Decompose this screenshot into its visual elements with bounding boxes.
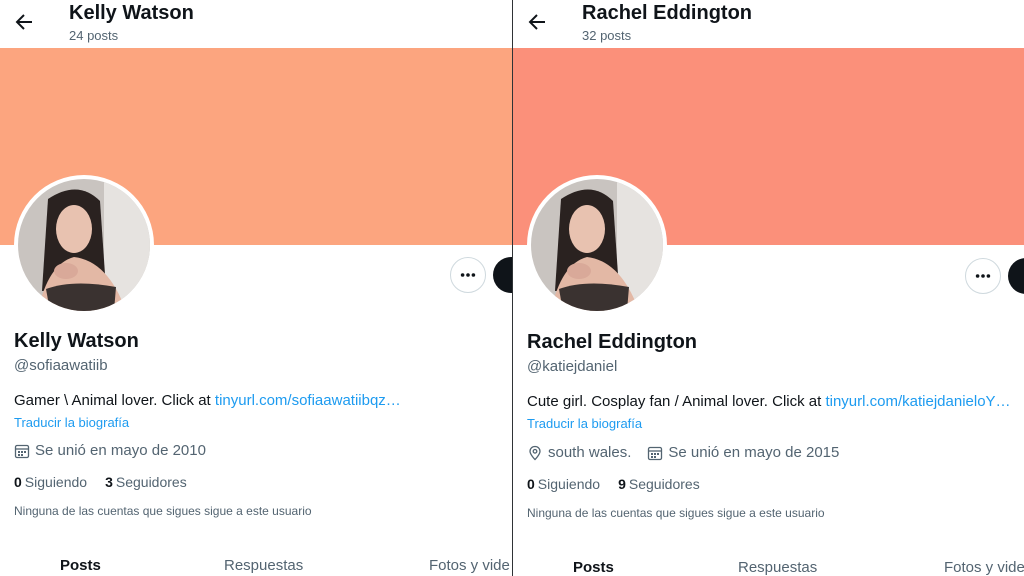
followers-count: 3 — [105, 474, 113, 490]
more-dots-icon — [975, 274, 991, 278]
following-label: Siguiendo — [537, 476, 601, 492]
follow-button[interactable] — [1008, 258, 1024, 294]
tab-posts[interactable]: Posts — [573, 559, 614, 576]
tab-media[interactable]: Fotos y vide — [944, 559, 1024, 576]
joined-text: Se unió en mayo de 2010 — [35, 442, 206, 459]
avatar[interactable] — [527, 175, 667, 315]
avatar-photo — [18, 179, 150, 311]
follow-stats: 0 Siguiendo 9 Seguidores — [527, 476, 700, 492]
profile-panel-right: Rachel Eddington 32 posts Rachel Eddingt… — [513, 0, 1024, 576]
location: south wales. — [527, 444, 631, 461]
no-mutual-followers-note: Ninguna de las cuentas que sigues sigue … — [14, 504, 312, 518]
bio-link[interactable]: tinyurl.com/sofiaawatiibqz… — [215, 392, 401, 409]
following-count: 0 — [14, 474, 22, 490]
translate-bio-link[interactable]: Traducir la biografía — [14, 415, 129, 430]
calendar-icon — [648, 446, 663, 460]
follow-button[interactable] — [493, 257, 512, 293]
header-title: Rachel Eddington — [582, 2, 752, 24]
header-post-count: 24 posts — [69, 28, 119, 43]
profile-bio: Gamer \ Animal lover. Click at tinyurl.c… — [14, 392, 401, 409]
bio-text: Gamer \ Animal lover. Click at — [14, 392, 215, 409]
followers-count: 9 — [618, 476, 626, 492]
avatar[interactable] — [14, 175, 154, 315]
more-options-button[interactable] — [450, 257, 486, 293]
tab-media[interactable]: Fotos y vide — [429, 557, 510, 574]
avatar-photo — [531, 179, 663, 311]
profile-header: Kelly Watson 24 posts — [0, 0, 512, 48]
joined-text: Se unió en mayo de 2015 — [668, 444, 840, 461]
followers-stat[interactable]: 3 Seguidores — [105, 474, 187, 490]
profile-panel-left: Kelly Watson 24 posts Kelly Watson @sofi… — [0, 0, 512, 576]
no-mutual-followers-note: Ninguna de las cuentas que sigues sigue … — [527, 506, 825, 520]
profile-name: Kelly Watson — [14, 330, 139, 352]
profile-meta: Se unió en mayo de 2010 — [14, 442, 216, 459]
following-count: 0 — [527, 476, 535, 492]
back-arrow-icon[interactable] — [12, 10, 36, 34]
joined-date: Se unió en mayo de 2015 — [647, 444, 839, 461]
more-dots-icon — [460, 273, 476, 277]
profile-handle: @sofiaawatiib — [14, 357, 108, 374]
tab-posts[interactable]: Posts — [60, 557, 101, 574]
more-options-button[interactable] — [965, 258, 1001, 294]
location-pin-icon — [529, 445, 541, 460]
bio-link[interactable]: tinyurl.com/katiejdanieloY… — [825, 393, 1010, 410]
bio-text: Cute girl. Cosplay fan / Animal lover. C… — [527, 393, 826, 410]
following-stat[interactable]: 0 Siguiendo — [527, 476, 600, 492]
translate-bio-link[interactable]: Traducir la biografía — [527, 416, 642, 431]
following-stat[interactable]: 0 Siguiendo — [14, 474, 87, 490]
location-text: south wales. — [548, 444, 632, 461]
profile-tabs: Posts Respuestas Fotos y vide — [0, 557, 512, 576]
profile-bio: Cute girl. Cosplay fan / Animal lover. C… — [527, 393, 1011, 410]
back-arrow-icon[interactable] — [525, 10, 549, 34]
tab-replies[interactable]: Respuestas — [224, 557, 303, 574]
followers-stat[interactable]: 9 Seguidores — [618, 476, 700, 492]
header-title: Kelly Watson — [69, 2, 194, 24]
follow-stats: 0 Siguiendo 3 Seguidores — [14, 474, 187, 490]
joined-date: Se unió en mayo de 2010 — [14, 442, 206, 459]
header-post-count: 32 posts — [582, 28, 632, 43]
profile-header: Rachel Eddington 32 posts — [513, 0, 1024, 48]
followers-label: Seguidores — [628, 476, 700, 492]
tab-replies[interactable]: Respuestas — [738, 559, 817, 576]
profile-meta: south wales. Se unió en mayo de 2015 — [527, 444, 849, 461]
following-label: Siguiendo — [24, 474, 88, 490]
calendar-icon — [14, 444, 30, 458]
profile-name: Rachel Eddington — [527, 331, 697, 353]
profile-tabs: Posts Respuestas Fotos y vide — [513, 559, 1024, 576]
followers-label: Seguidores — [115, 474, 187, 490]
profile-handle: @katiejdaniel — [527, 358, 618, 375]
